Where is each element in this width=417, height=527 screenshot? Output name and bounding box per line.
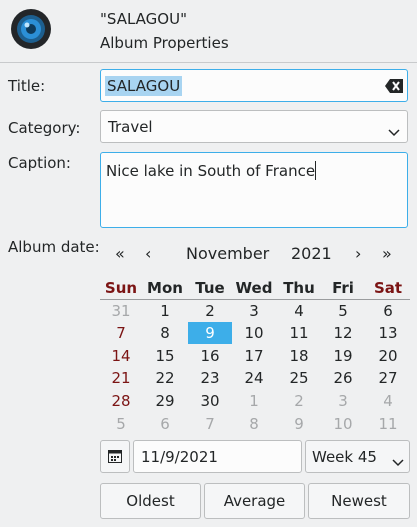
calendar-day[interactable]: 19 — [321, 345, 365, 367]
weekday-mon: Mon — [147, 279, 183, 297]
week-select[interactable]: Week 45 — [305, 440, 410, 473]
calendar-day[interactable]: 4 — [277, 300, 321, 322]
first-month-button[interactable]: « — [115, 244, 125, 263]
calendar-day[interactable]: 6 — [366, 300, 410, 322]
calendar-day[interactable]: 5 — [321, 300, 365, 322]
calendar-day[interactable]: 6 — [143, 413, 187, 435]
category-label: Category: — [8, 119, 81, 137]
calendar-day[interactable]: 28 — [99, 390, 143, 412]
calendar-day[interactable]: 17 — [232, 345, 276, 367]
title-input[interactable]: SALAGOU — [100, 69, 408, 102]
weekday-thu: Thu — [283, 279, 315, 297]
calendar-day[interactable]: 3 — [232, 300, 276, 322]
oldest-button[interactable]: Oldest — [100, 483, 201, 519]
calendar-day[interactable]: 26 — [321, 367, 365, 389]
calendar-day[interactable]: 10 — [321, 413, 365, 435]
calendar-day[interactable]: 12 — [321, 322, 365, 344]
album-name-title: "SALAGOU" — [100, 10, 187, 28]
caption-label: Caption: — [8, 154, 71, 172]
calendar-day[interactable]: 23 — [188, 367, 232, 389]
month-selector[interactable]: November — [186, 244, 269, 263]
calendar-icon — [108, 449, 122, 467]
calendar-day[interactable]: 13 — [366, 322, 410, 344]
calendar-day[interactable]: 31 — [99, 300, 143, 322]
header-divider — [0, 62, 417, 63]
calendar-day[interactable]: 9 — [277, 413, 321, 435]
calendar-day[interactable]: 2 — [277, 390, 321, 412]
calendar-day[interactable]: 21 — [99, 367, 143, 389]
date-input-value: 11/9/2021 — [141, 448, 218, 466]
weekday-fri: Fri — [332, 279, 354, 297]
calendar-day[interactable]: 5 — [99, 413, 143, 435]
calendar-day[interactable]: 15 — [143, 345, 187, 367]
weekday-sun: Sun — [104, 279, 138, 297]
calendar-day[interactable]: 11 — [277, 322, 321, 344]
chevron-down-icon — [392, 453, 404, 471]
calendar-day[interactable]: 27 — [366, 367, 410, 389]
calendar-day[interactable]: 9 — [188, 322, 232, 344]
calendar-day[interactable]: 25 — [277, 367, 321, 389]
calendar-day[interactable]: 29 — [143, 390, 187, 412]
calendar-day[interactable]: 20 — [366, 345, 410, 367]
calendar-day[interactable]: 3 — [321, 390, 365, 412]
year-selector[interactable]: 2021 — [291, 244, 332, 263]
calendar-day[interactable]: 22 — [143, 367, 187, 389]
weekday-wed: Wed — [235, 279, 273, 297]
calendar-day[interactable]: 30 — [188, 390, 232, 412]
chevron-down-icon — [388, 123, 400, 137]
album-lens-icon — [10, 8, 52, 50]
calendar-day[interactable]: 7 — [99, 322, 143, 344]
weekday-tue: Tue — [195, 279, 225, 297]
average-button[interactable]: Average — [204, 483, 305, 519]
calendar-day[interactable]: 14 — [99, 345, 143, 367]
week-select-value: Week 45 — [312, 448, 377, 466]
caption-textarea[interactable]: Nice lake in South of France — [100, 152, 408, 228]
calendar-day[interactable]: 24 — [232, 367, 276, 389]
calendar-day[interactable]: 8 — [143, 322, 187, 344]
category-value: Travel — [108, 118, 153, 136]
title-label: Title: — [8, 77, 46, 95]
previous-month-button[interactable]: ‹ — [145, 244, 151, 263]
last-month-button[interactable]: » — [382, 244, 392, 263]
caption-value: Nice lake in South of France — [106, 161, 317, 180]
calendar-day[interactable]: 18 — [277, 345, 321, 367]
newest-button[interactable]: Newest — [308, 483, 410, 519]
calendar-day[interactable]: 10 — [232, 322, 276, 344]
dialog-subtitle: Album Properties — [100, 34, 229, 52]
calendar-day[interactable]: 2 — [188, 300, 232, 322]
calendar-day[interactable]: 4 — [366, 390, 410, 412]
title-input-value: SALAGOU — [105, 76, 183, 96]
weekday-sat: Sat — [373, 279, 403, 297]
calendar-day[interactable]: 1 — [143, 300, 187, 322]
date-input[interactable]: 11/9/2021 — [133, 440, 302, 473]
category-select[interactable]: Travel — [100, 110, 408, 143]
next-month-button[interactable]: › — [355, 244, 361, 263]
calendar-day[interactable]: 16 — [188, 345, 232, 367]
calendar-day[interactable]: 7 — [188, 413, 232, 435]
date-picker-button[interactable] — [100, 440, 130, 473]
calendar-day[interactable]: 1 — [232, 390, 276, 412]
clear-text-icon[interactable] — [385, 79, 403, 93]
album-date-label: Album date: — [8, 238, 100, 256]
calendar-day[interactable]: 8 — [232, 413, 276, 435]
calendar-day[interactable]: 11 — [366, 413, 410, 435]
